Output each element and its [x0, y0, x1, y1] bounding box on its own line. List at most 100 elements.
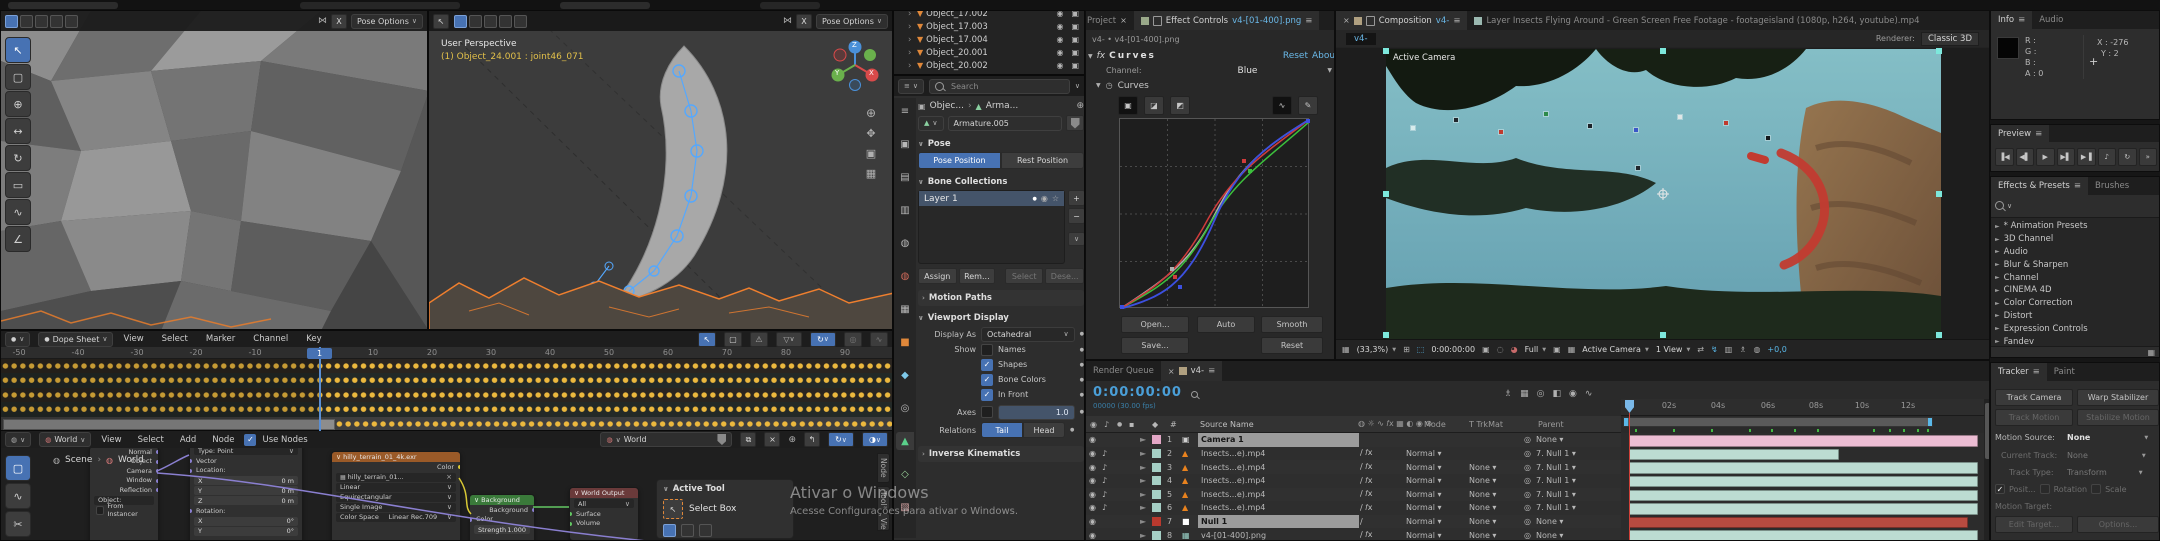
breadcrumb-world[interactable]: World [118, 455, 144, 465]
layer-switches[interactable]: ∕ 𝑓x [1360, 447, 1404, 461]
tracker-marker[interactable] [1411, 126, 1415, 130]
trkmat-dropdown[interactable]: None ▾ [1469, 488, 1519, 502]
goto-time-icon[interactable]: ⇄ [1697, 345, 1704, 354]
animate-dot-icon[interactable] [1070, 427, 1074, 433]
renderer-button[interactable]: Classic 3D [1921, 32, 1979, 46]
tool-select-box[interactable]: ▢ [5, 455, 31, 481]
panel-menu-icon[interactable] [2074, 181, 2081, 191]
parent-dropdown[interactable]: 7. Null 1 ▾ [1536, 501, 1616, 515]
layer-name[interactable]: Insects...e).mp4 [1198, 501, 1359, 515]
media-layer-icon[interactable]: ▲ [1182, 447, 1194, 461]
mode-column[interactable]: Mode [1424, 416, 1446, 432]
layer-duration-bar[interactable] [1629, 476, 1978, 488]
assign-button[interactable]: Assign [918, 268, 957, 284]
tab-tool[interactable]: Tool [877, 486, 890, 511]
rotation-checkbox[interactable] [2040, 484, 2050, 494]
layer-name[interactable]: Null 1 [1198, 515, 1359, 529]
playhead-frame-badge[interactable]: 1 [307, 348, 332, 359]
disable-in-renders-icon[interactable]: ▣ [1071, 10, 1079, 18]
blend-mode-dropdown[interactable]: Normal ▾ [1406, 474, 1456, 488]
menu-select[interactable]: Select [136, 435, 166, 445]
tracker-marker[interactable] [1636, 166, 1640, 170]
expand-icon[interactable]: › [908, 35, 914, 45]
options-button[interactable]: Options... [2077, 516, 2159, 533]
properties-tab-world[interactable]: ◍ [896, 267, 914, 285]
layer-audio[interactable] [1102, 515, 1112, 529]
properties-search[interactable]: Search [929, 79, 1070, 94]
parent-dropdown[interactable]: 7. Null 1 ▾ [1536, 488, 1616, 502]
bone-collection-row[interactable]: Layer 1 [919, 191, 1064, 206]
tab-render-queue[interactable]: Render Queue [1086, 361, 1161, 381]
video-toggle-icon[interactable]: ◉ [1089, 447, 1101, 461]
tracker-marker[interactable] [1588, 124, 1592, 128]
disable-in-renders-icon[interactable]: ▣ [1071, 35, 1079, 44]
layer-duration-bar[interactable] [1629, 462, 1978, 474]
select-mode-tweak-icon[interactable] [5, 15, 18, 28]
layer-box1[interactable] [1114, 474, 1124, 488]
region-of-interest-icon[interactable]: ⬚ [1417, 345, 1425, 354]
expand-icon[interactable]: › [908, 48, 914, 58]
trkmat-dropdown[interactable]: None ▾ [1469, 528, 1519, 541]
only-errors-button[interactable] [750, 332, 768, 347]
layer-switches[interactable]: ∕ 𝑓x [1360, 528, 1404, 541]
expand-layer-icon[interactable]: ► [1140, 501, 1150, 515]
selection-sync-button[interactable]: ▢ [724, 332, 742, 347]
parent-pickwhip-icon[interactable]: ◎ [1524, 515, 1534, 529]
relations-tail-button[interactable]: Tail [981, 422, 1023, 438]
exposure-offset[interactable]: +0,0 [1767, 345, 1786, 354]
select-mode-lasso-icon[interactable] [50, 15, 63, 28]
menu-view[interactable]: View [121, 334, 145, 344]
editor-type-dropdown[interactable] [5, 332, 30, 347]
properties-tab-bone[interactable]: ◇ [896, 465, 914, 483]
pose-options-dropdown[interactable]: Pose Options [351, 14, 423, 29]
tool-scale-icon[interactable]: ▭ [5, 172, 31, 198]
active-tool-title[interactable]: Active Tool [673, 484, 725, 494]
timeline-layer-row[interactable]: ◉♪►2▲Insects...e).mp4∕ 𝑓xNormal ▾◎7. Nul… [1086, 447, 1621, 462]
tab-preview[interactable]: Preview [1991, 125, 2049, 142]
parent-pickwhip-icon[interactable]: ◎ [1524, 488, 1534, 502]
save-button[interactable]: Save... [1121, 337, 1189, 354]
tool-tweak-icon[interactable]: ↖ [5, 37, 31, 63]
tool-select-box-icon[interactable]: ▢ [5, 64, 31, 90]
transport-audio-button[interactable]: ♪ [2098, 148, 2117, 166]
pin-icon[interactable]: ⊕ [788, 435, 796, 445]
video-toggle-icon[interactable]: ◉ [1089, 474, 1101, 488]
video-toggle-icon[interactable]: ◉ [1089, 488, 1101, 502]
animate-dot-icon[interactable] [1080, 392, 1084, 398]
outliner-item[interactable]: ›▼Object_20.002◉▣ [894, 59, 1084, 72]
composition-mini-flowchart-icon[interactable]: ♗ [1504, 389, 1512, 399]
tool-links-cut[interactable]: ✂ [5, 511, 31, 537]
timeline-search-icon[interactable] [1191, 391, 1198, 398]
tool-annotate[interactable]: ∿ [5, 483, 31, 509]
proportional-falloff-button[interactable]: ∿ [870, 332, 888, 347]
panel-menu-icon[interactable] [2035, 129, 2042, 139]
frame-blending-icon[interactable]: ◧ [1552, 389, 1561, 399]
histogram-icon[interactable]: ▥ [1725, 345, 1733, 354]
layer-box2[interactable] [1125, 433, 1135, 447]
tab-effects-presets[interactable]: Effects & Presets [1991, 177, 2088, 195]
axes-checkbox[interactable] [981, 406, 993, 418]
hide-shy-icon[interactable]: ◎ [1537, 389, 1545, 399]
panel-menu-icon[interactable] [1453, 16, 1460, 26]
layer-switches[interactable]: ∕ 𝑓x [1360, 501, 1404, 515]
expand-layer-icon[interactable]: ► [1140, 528, 1150, 541]
layer-box2[interactable] [1125, 501, 1135, 515]
layer-trkmat[interactable] [1469, 433, 1519, 447]
id-type-icon[interactable]: ▲ [918, 116, 944, 131]
tool-cursor-icon[interactable]: ⊕ [5, 91, 31, 117]
work-area-end-handle[interactable] [1928, 418, 1932, 426]
work-area-start-handle[interactable] [1624, 418, 1628, 426]
expand-layer-icon[interactable]: ► [1140, 488, 1150, 502]
parent-pickwhip-icon[interactable]: ◎ [1524, 501, 1534, 515]
layer-audio[interactable] [1102, 528, 1112, 541]
channel-caret-icon[interactable] [1327, 67, 1332, 74]
layer-box1[interactable] [1114, 501, 1124, 515]
blend-mode-dropdown[interactable]: Normal ▾ [1406, 460, 1456, 474]
pose-options-dropdown[interactable]: Pose Options [816, 14, 888, 29]
viewport-display-section[interactable]: ∨Viewport Display [918, 310, 1084, 326]
audio-toggle-icon[interactable]: ♪ [1102, 501, 1112, 515]
deselect-button[interactable]: Dese... [1045, 268, 1084, 284]
video-toggle-icon[interactable]: ◉ [1089, 528, 1101, 541]
trkmat-dropdown[interactable]: None ▾ [1469, 474, 1519, 488]
parent-dropdown[interactable]: None ▾ [1536, 528, 1616, 541]
